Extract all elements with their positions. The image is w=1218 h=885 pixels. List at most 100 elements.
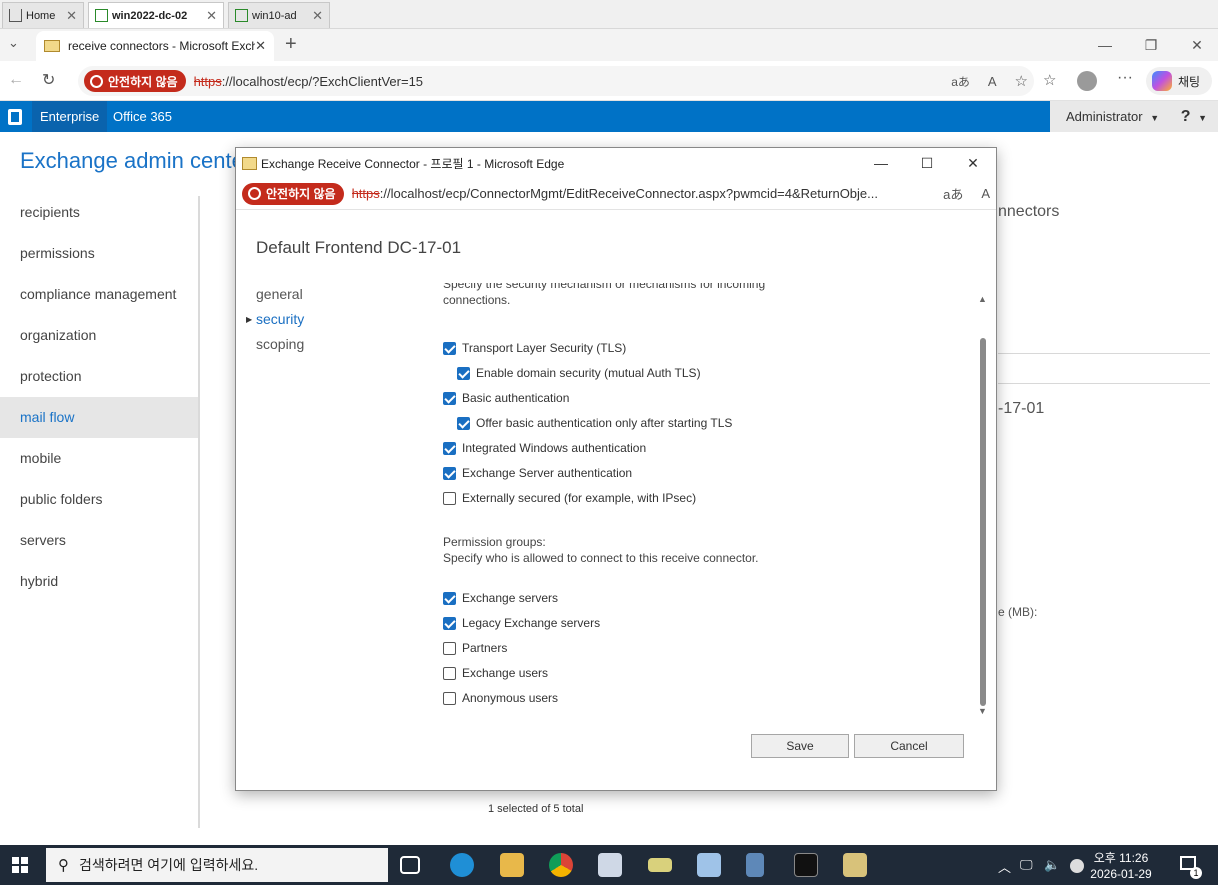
- checkbox-basic-auth[interactable]: Basic authentication: [443, 389, 569, 407]
- profile-avatar[interactable]: [1077, 71, 1097, 91]
- nav-item-mobile[interactable]: mobile: [0, 438, 198, 479]
- address-bar[interactable]: 안전하지 않음 https://localhost/ecp/?ExchClien…: [78, 66, 1034, 96]
- checkbox-anonymous-users[interactable]: Anonymous users: [443, 689, 558, 707]
- network-tool-icon[interactable]: [746, 853, 764, 877]
- close-window-icon[interactable]: ✕: [950, 148, 996, 178]
- checkbox-integrated-windows-box[interactable]: [443, 441, 456, 455]
- restore-icon[interactable]: ❐: [1128, 29, 1174, 61]
- maximize-icon[interactable]: ☐: [904, 148, 950, 178]
- checkbox-exchange-users[interactable]: Exchange users: [443, 664, 548, 682]
- ad-users-icon[interactable]: [648, 858, 672, 872]
- checkbox-exchange-server-auth[interactable]: Exchange Server authentication: [443, 464, 632, 482]
- close-window-icon[interactable]: ✕: [1174, 29, 1218, 61]
- checkbox-externally-secured-box[interactable]: [443, 491, 456, 505]
- favorites-icon[interactable]: ☆: [1043, 71, 1056, 89]
- close-icon[interactable]: ✕: [255, 38, 266, 54]
- chevron-up-icon[interactable]: ︿: [998, 857, 1011, 876]
- close-icon[interactable]: ✕: [312, 8, 323, 24]
- checkbox-domain-security[interactable]: Enable domain security (mutual Auth TLS): [457, 364, 701, 382]
- windows-start-icon[interactable]: [12, 857, 28, 873]
- copilot-chat-button[interactable]: 채팅: [1146, 67, 1212, 95]
- admin-menu[interactable]: Administrator: [1066, 109, 1143, 124]
- checkbox-partners-box[interactable]: [443, 641, 456, 655]
- translate-icon[interactable]: aあ: [951, 73, 970, 90]
- checkbox-exchange-server-auth-box[interactable]: [443, 466, 456, 480]
- host-tab-win10[interactable]: win10-ad ✕: [228, 2, 330, 28]
- refresh-icon[interactable]: ↻: [42, 70, 55, 90]
- nav-item-servers[interactable]: servers: [0, 520, 198, 561]
- edge-icon[interactable]: [450, 853, 474, 877]
- bg-tab-fragment[interactable]: nnectors: [998, 203, 1059, 221]
- checkbox-exchange-servers-box[interactable]: [443, 591, 456, 605]
- dialog-nav-general[interactable]: general: [256, 282, 304, 307]
- checkbox-externally-secured[interactable]: Externally secured (for example, with IP…: [443, 489, 696, 507]
- nav-item-public-folders[interactable]: public folders: [0, 479, 198, 520]
- checkbox-partners[interactable]: Partners: [443, 639, 507, 657]
- file-explorer-icon[interactable]: [500, 853, 524, 877]
- volume-icon[interactable]: 🔈: [1044, 857, 1060, 873]
- url-text[interactable]: https://localhost/ecp/?ExchClientVer=15: [194, 74, 423, 89]
- scrollbar-thumb[interactable]: [980, 338, 986, 706]
- checkbox-basic-after-tls-box[interactable]: [457, 416, 470, 430]
- network-icon[interactable]: 🖵: [1020, 857, 1033, 873]
- notepad-icon[interactable]: [697, 853, 721, 877]
- nav-item-mail-flow[interactable]: mail flow: [0, 397, 198, 438]
- exchange-shell-icon[interactable]: [843, 853, 867, 877]
- favorite-star-icon[interactable]: ☆: [1015, 72, 1028, 90]
- checkbox-anonymous-users-box[interactable]: [443, 691, 456, 705]
- minimize-icon[interactable]: —: [858, 148, 904, 178]
- chevron-down-icon[interactable]: ▼: [1150, 113, 1159, 123]
- terminal-icon[interactable]: [794, 853, 818, 877]
- cancel-button[interactable]: Cancel: [854, 734, 964, 758]
- host-tab-label: win2022-dc-02: [112, 9, 188, 22]
- back-icon[interactable]: ←: [8, 71, 24, 89]
- checkbox-legacy-exchange-servers-box[interactable]: [443, 616, 456, 630]
- checkbox-basic-auth-box[interactable]: [443, 391, 456, 405]
- minimize-icon[interactable]: —: [1082, 29, 1128, 61]
- nav-item-hybrid[interactable]: hybrid: [0, 561, 198, 602]
- checkbox-domain-security-box[interactable]: [457, 366, 470, 380]
- read-aloud-icon[interactable]: A: [988, 74, 997, 89]
- content-scrollbar[interactable]: ▲ ▼: [976, 294, 990, 718]
- checkbox-integrated-windows[interactable]: Integrated Windows authentication: [443, 439, 646, 457]
- nav-item-protection[interactable]: protection: [0, 356, 198, 397]
- warning-icon[interactable]: [1070, 859, 1084, 873]
- checkbox-basic-after-tls[interactable]: Offer basic authentication only after st…: [457, 414, 732, 432]
- taskbar-clock[interactable]: 오후 11:26 2026-01-29: [1090, 850, 1152, 882]
- tab-actions-chevron-icon[interactable]: ⌄: [8, 35, 19, 51]
- new-tab-icon[interactable]: +: [285, 33, 297, 56]
- taskbar-search[interactable]: ⚲ 검색하려면 여기에 입력하세요.: [46, 848, 388, 882]
- close-icon[interactable]: ✕: [206, 8, 217, 24]
- nav-item-recipients[interactable]: recipients: [0, 192, 198, 233]
- help-icon[interactable]: ?: [1181, 108, 1191, 125]
- checkbox-exchange-users-box[interactable]: [443, 666, 456, 680]
- dialog-nav-security[interactable]: ▶ security: [246, 307, 304, 332]
- close-icon[interactable]: ✕: [66, 8, 77, 24]
- popup-url-text[interactable]: https://localhost/ecp/ConnectorMgmt/Edit…: [352, 186, 922, 201]
- browser-tab[interactable]: receive connectors - Microsoft Exchange …: [36, 31, 274, 61]
- checkbox-exchange-servers[interactable]: Exchange servers: [443, 589, 558, 607]
- host-tab-win2022[interactable]: win2022-dc-02 ✕: [88, 2, 224, 28]
- read-aloud-icon[interactable]: A: [981, 186, 990, 201]
- scroll-down-icon[interactable]: ▼: [978, 706, 987, 716]
- task-view-icon[interactable]: [400, 856, 420, 874]
- host-tab-home[interactable]: Home ✕: [2, 2, 84, 28]
- enterprise-link[interactable]: Enterprise: [32, 101, 108, 132]
- chevron-down-icon[interactable]: ▼: [1198, 113, 1207, 123]
- office365-link[interactable]: Office 365: [113, 101, 172, 132]
- save-button[interactable]: Save: [751, 734, 849, 758]
- checkbox-tls[interactable]: Transport Layer Security (TLS): [443, 339, 626, 357]
- not-secure-badge[interactable]: 안전하지 않음: [242, 182, 344, 205]
- nav-item-permissions[interactable]: permissions: [0, 233, 198, 274]
- server-manager-icon[interactable]: [598, 853, 622, 877]
- nav-item-organization[interactable]: organization: [0, 315, 198, 356]
- chrome-icon[interactable]: [549, 853, 573, 877]
- nav-item-compliance[interactable]: compliance management: [0, 274, 198, 315]
- checkbox-legacy-exchange-servers[interactable]: Legacy Exchange servers: [443, 614, 600, 632]
- scroll-up-icon[interactable]: ▲: [978, 294, 987, 304]
- dialog-nav-scoping[interactable]: scoping: [256, 332, 304, 357]
- not-secure-badge[interactable]: 안전하지 않음: [84, 70, 186, 92]
- checkbox-tls-box[interactable]: [443, 341, 456, 355]
- more-menu-icon[interactable]: ···: [1117, 69, 1133, 87]
- translate-icon[interactable]: aあ: [943, 184, 963, 203]
